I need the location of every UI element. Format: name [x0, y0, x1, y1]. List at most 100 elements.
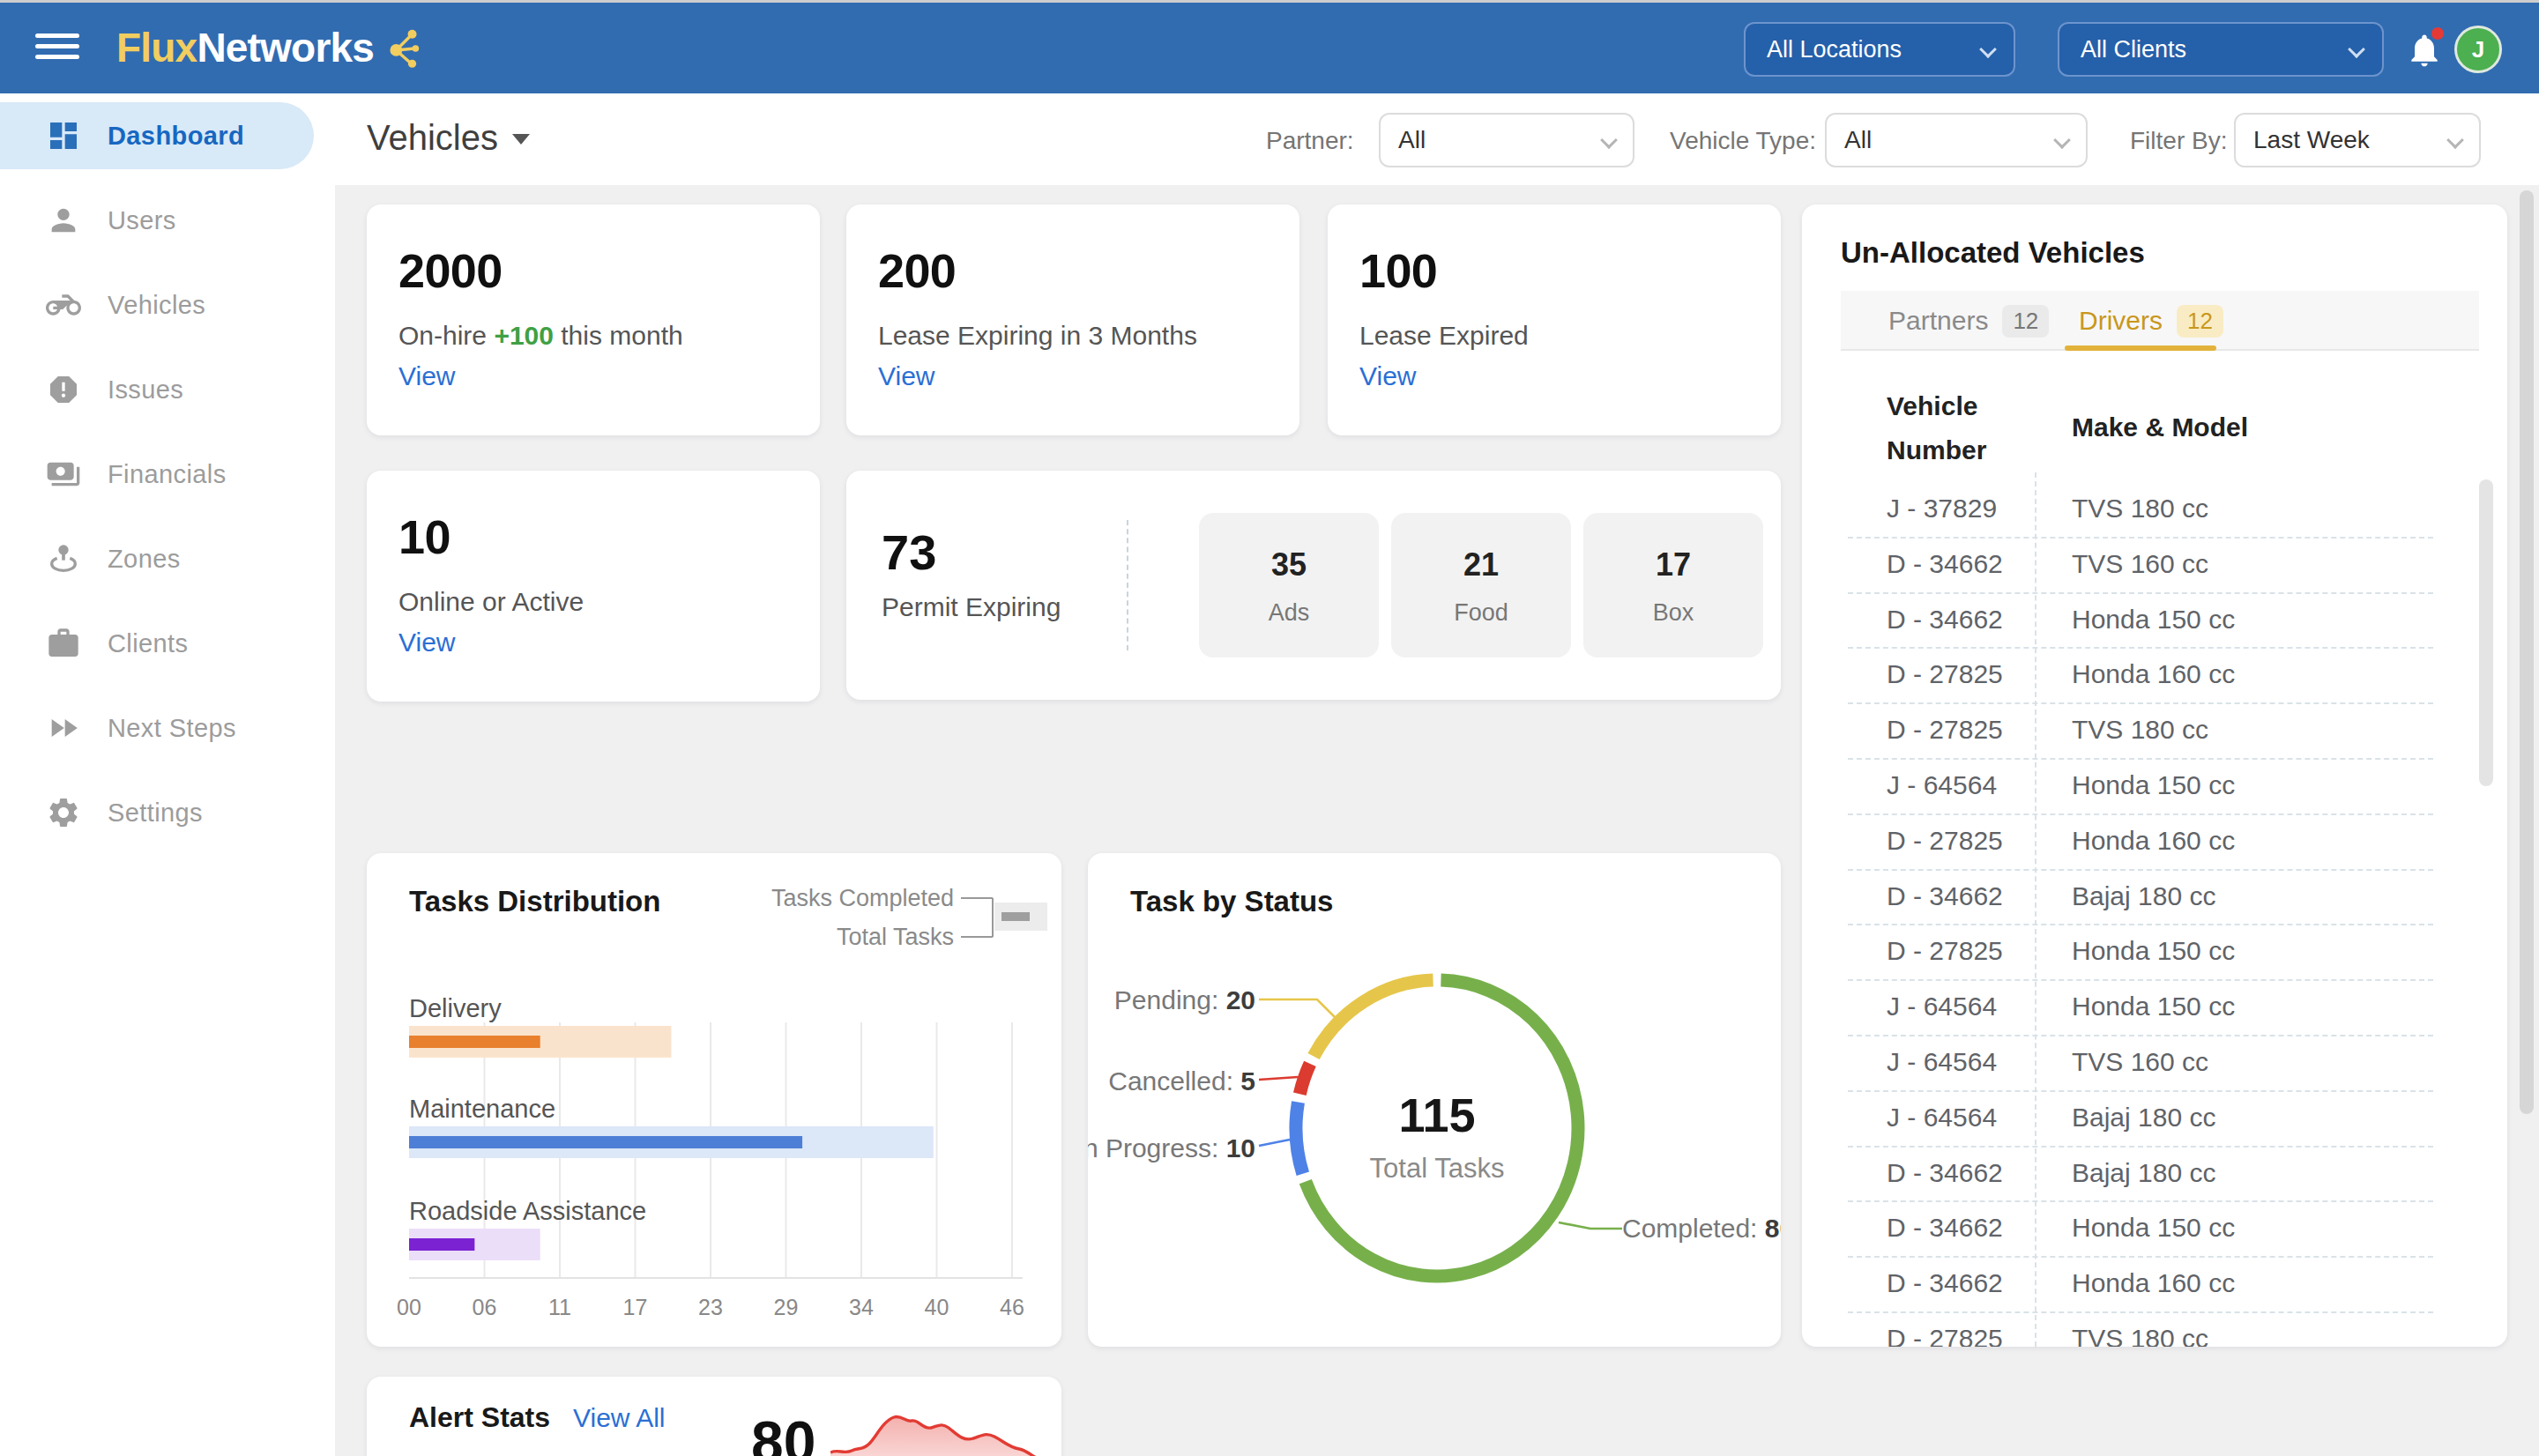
svg-text:34: 34	[849, 1295, 874, 1319]
vehicle-row[interactable]: D - 34662Bajaj 180 cc	[1802, 1146, 2507, 1201]
vehicle-make-model: Honda 160 cc	[2072, 826, 2235, 856]
stat-label: Online or Active	[398, 587, 584, 617]
vehicle-row[interactable]: D - 34662Honda 160 cc	[1802, 1256, 2507, 1311]
vehicle-row[interactable]: D - 27825Honda 150 cc	[1802, 924, 2507, 979]
clients-select[interactable]: All Clients	[2058, 22, 2384, 77]
vehicle-number: D - 27825	[1887, 659, 2003, 689]
svg-text:40: 40	[925, 1295, 949, 1319]
view-link[interactable]: View	[878, 361, 934, 391]
brand-logo: FluxNetworks	[116, 24, 423, 71]
vehicle-row[interactable]: D - 27825TVS 180 cc	[1802, 1311, 2507, 1347]
vehicle-row[interactable]: D - 27825TVS 180 cc	[1802, 702, 2507, 758]
window-scrollbar[interactable]	[2520, 190, 2534, 1114]
view-link[interactable]: View	[398, 361, 455, 391]
permit-expiring-card: 73 Permit Expiring 35Ads21Food17Box	[846, 471, 1781, 700]
vehicle-number: J - 64564	[1887, 1103, 1997, 1133]
panel-scrollbar[interactable]	[2479, 479, 2493, 786]
permit-expiring-value: 73	[882, 524, 936, 581]
menu-icon[interactable]	[35, 33, 79, 60]
svg-text:06: 06	[473, 1295, 497, 1319]
notification-dot	[2431, 27, 2444, 40]
sidebar-item-zones[interactable]: Zones	[0, 525, 314, 592]
sidebar-item-label: Zones	[108, 545, 181, 574]
vehicle-number: J - 64564	[1887, 1047, 1997, 1077]
stat-value: 100	[1359, 243, 1437, 298]
view-link[interactable]: View	[1359, 361, 1416, 391]
vehicle-make-model: TVS 180 cc	[2072, 494, 2208, 524]
vehicle-number: J - 64564	[1887, 770, 1997, 800]
vehicle-make-model: Honda 160 cc	[2072, 659, 2235, 689]
sidebar-item-clients[interactable]: Clients	[0, 610, 314, 677]
network-icon	[383, 28, 423, 69]
briefcase-icon	[46, 626, 81, 661]
locations-select[interactable]: All Locations	[1744, 22, 2015, 77]
vehicle-row[interactable]: J - 64564 Honda 150 cc	[1802, 758, 2507, 813]
vehicle-make-model: Honda 160 cc	[2072, 1268, 2235, 1298]
user-icon	[46, 203, 81, 238]
stat-card-1: 200Lease Expiring in 3 MonthsView	[846, 204, 1299, 435]
vehicle-make-model: Honda 150 cc	[2072, 992, 2235, 1021]
filter-label: Partner:	[1266, 127, 1354, 155]
svg-text:11: 11	[548, 1295, 571, 1319]
svg-text:23: 23	[698, 1295, 723, 1319]
vehicle-row[interactable]: D - 34662Honda 150 cc	[1802, 592, 2507, 648]
vehicle-row[interactable]: D - 34662Honda 150 cc	[1802, 1200, 2507, 1256]
vehicle-row[interactable]: J - 37829 TVS 180 cc	[1802, 481, 2507, 537]
sidebar-item-label: Settings	[108, 799, 203, 828]
vehicle-row[interactable]: D - 27825 Honda 160 cc	[1802, 647, 2507, 702]
vehicle-row[interactable]: J - 64564 TVS 160 cc	[1802, 1035, 2507, 1090]
permit-box-value: 17	[1583, 546, 1763, 583]
sidebar-item-next-steps[interactable]: Next Steps	[0, 695, 314, 761]
filter-select-vehicle-type[interactable]: All	[1825, 113, 2088, 167]
sidebar-item-users[interactable]: Users	[0, 187, 314, 254]
svg-text:17: 17	[623, 1295, 648, 1319]
unallocated-vehicles-panel: Un-Allocated Vehicles Partners12Drivers1…	[1802, 204, 2507, 1347]
sidebar-item-financials[interactable]: Financials	[0, 441, 314, 508]
vehicle-number: D - 34662	[1887, 549, 2003, 579]
svg-text:Total Tasks: Total Tasks	[837, 924, 954, 950]
view-link[interactable]: View	[398, 628, 455, 657]
sidebar-item-dashboard[interactable]: Dashboard	[0, 102, 314, 169]
stat-card-0: 2000On-hire +100 this monthView	[367, 204, 820, 435]
page-header: Vehicles Partner:AllVehicle Type:AllFilt…	[335, 93, 2539, 185]
sidebar-item-label: Vehicles	[108, 291, 205, 320]
vehicle-make-model: TVS 160 cc	[2072, 1047, 2208, 1077]
vehicle-row[interactable]: D - 34662 TVS 160 cc	[1802, 537, 2507, 592]
task-by-status-title: Task by Status	[1130, 885, 1333, 918]
alert-view-all-link[interactable]: View All	[573, 1403, 666, 1433]
vehicle-number: J - 37829	[1887, 494, 1997, 524]
sidebar-item-issues[interactable]: Issues	[0, 356, 314, 423]
filter-select-partner[interactable]: All	[1379, 113, 1634, 167]
money-icon	[46, 457, 81, 492]
avatar[interactable]: J	[2454, 26, 2502, 73]
divider	[1127, 520, 1128, 650]
alert-stats-value: 80	[751, 1408, 815, 1456]
donut-callout-in-progress: In Progress: 10	[1088, 1133, 1255, 1163]
chevron-down-icon	[2446, 131, 2464, 149]
vehicle-row[interactable]: D - 27825Honda 160 cc	[1802, 813, 2507, 869]
svg-text:Maintenance: Maintenance	[409, 1095, 555, 1123]
notifications-bell-icon[interactable]	[2405, 29, 2447, 71]
tab-drivers[interactable]: Drivers12	[2079, 291, 2223, 351]
filter-label: Vehicle Type:	[1670, 127, 1816, 155]
vehicle-row[interactable]: D - 34662Bajaj 180 cc	[1802, 869, 2507, 925]
sidebar-item-vehicles[interactable]: Vehicles	[0, 271, 314, 338]
filter-select-filter-by[interactable]: Last Week	[2234, 113, 2481, 167]
stat-card-3: 10Online or ActiveView	[367, 471, 820, 702]
stat-label: On-hire +100 this month	[398, 321, 683, 351]
permit-box-label: Food	[1391, 599, 1571, 627]
vehicle-row[interactable]: J - 64564Honda 150 cc	[1802, 979, 2507, 1035]
sidebar-item-settings[interactable]: Settings	[0, 779, 314, 846]
page-title[interactable]: Vehicles	[367, 118, 530, 158]
vehicle-make-model: TVS 160 cc	[2072, 549, 2208, 579]
permit-box-label: Box	[1583, 599, 1763, 627]
vehicle-make-model: Honda 150 cc	[2072, 770, 2235, 800]
alert-stats-card: Alert Stats View All 80	[367, 1377, 1061, 1456]
vehicle-make-model: Honda 150 cc	[2072, 605, 2235, 635]
sidebar-item-label: Dashboard	[108, 122, 244, 151]
donut-callout-pending: Pending: 20	[1114, 985, 1255, 1015]
permit-expiring-label: Permit Expiring	[882, 592, 1061, 622]
vehicle-make-model: Bajaj 180 cc	[2072, 1158, 2215, 1188]
vehicle-row[interactable]: J - 64564Bajaj 180 cc	[1802, 1090, 2507, 1146]
tab-partners[interactable]: Partners12	[1888, 291, 2049, 351]
